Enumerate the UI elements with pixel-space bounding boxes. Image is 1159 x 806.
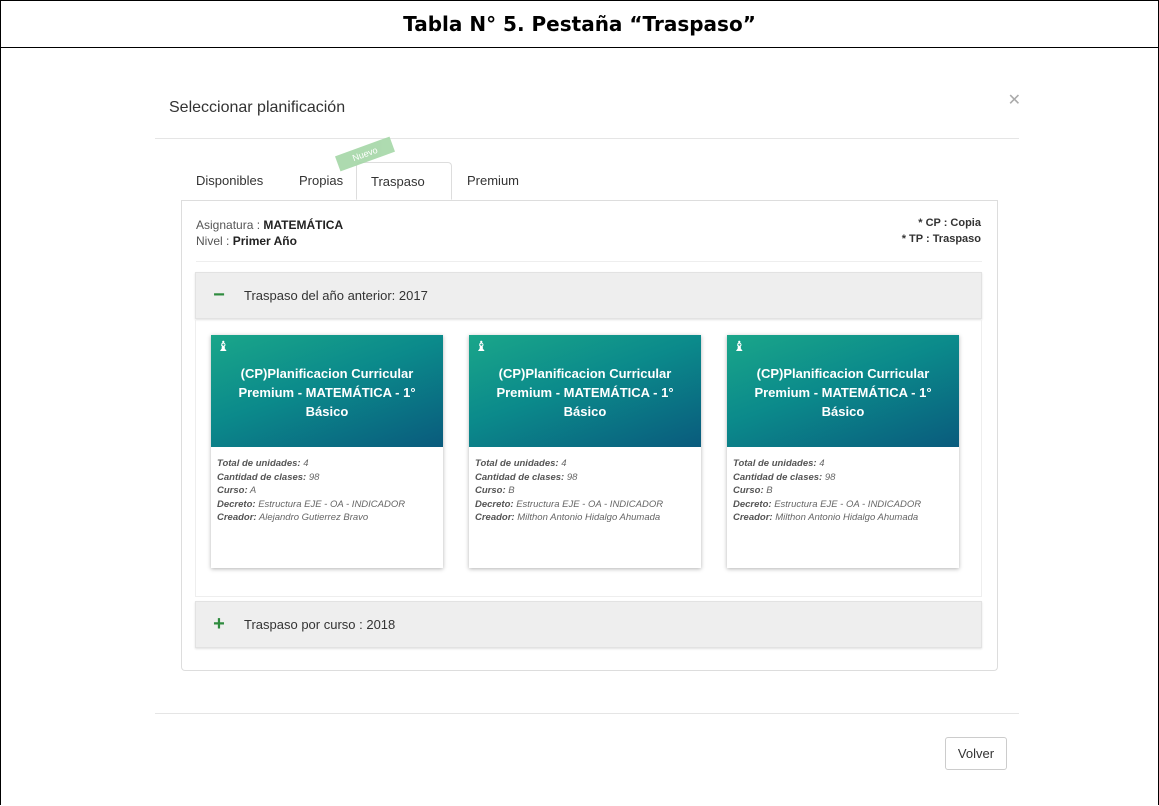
accordion-header-2017[interactable]: − Traspaso del año anterior: 2017 — [195, 272, 982, 319]
unidades-value: 4 — [303, 458, 309, 469]
stamp-icon: ♝ — [475, 338, 488, 354]
tab-premium[interactable]: Premium — [453, 162, 533, 200]
curso-value: B — [508, 485, 515, 496]
stamp-icon: ♝ — [733, 338, 746, 354]
curso-label: Curso: — [733, 485, 764, 496]
back-button[interactable]: Volver — [945, 737, 1007, 770]
close-icon[interactable]: ✕ — [1008, 90, 1021, 110]
creador-value: Milthon Antonio Hidalgo Ahumada — [775, 512, 919, 523]
decreto-label: Decreto: — [733, 498, 772, 510]
modal-header: Seleccionar planificación ✕ — [155, 88, 1021, 139]
unidades-label: Total de unidades: — [217, 458, 301, 469]
document-title-row: Tabla N° 5. Pestaña “Traspaso” — [1, 1, 1158, 48]
curso-label: Curso: — [217, 485, 248, 496]
card-header: ♝ (CP)Planificacion Curricular Premium -… — [469, 335, 701, 447]
nivel-value: Primer Año — [232, 234, 297, 248]
creador-label: Creador: — [733, 512, 773, 523]
document-title: Tabla N° 5. Pestaña “Traspaso” — [403, 12, 756, 36]
modal-title: Seleccionar planificación — [169, 99, 346, 116]
accordion-header-2018[interactable]: + Traspaso por curso : 2018 — [195, 601, 982, 648]
tab-traspaso[interactable]: Traspaso — [356, 162, 452, 200]
accordion-label-2017: Traspaso del año anterior: 2017 — [244, 288, 428, 303]
creador-value: Alejandro Gutierrez Bravo — [258, 512, 369, 523]
card-header: ♝ (CP)Planificacion Curricular Premium -… — [727, 335, 959, 447]
clases-value: 98 — [566, 471, 578, 483]
creador-label: Creador: — [217, 512, 257, 523]
tab-bar: Disponibles Propias Traspaso Premium — [182, 162, 997, 201]
asignatura-label: Asignatura : — [196, 218, 264, 232]
planning-card[interactable]: ♝ (CP)Planificacion Curricular Premium -… — [727, 335, 959, 568]
card-title: (CP)Planificacion Curricular Premium - M… — [238, 366, 416, 419]
unidades-label: Total de unidades: — [475, 458, 559, 469]
decreto-value: Estructura EJE - OA - INDICADOR — [258, 498, 406, 510]
clases-value: 98 — [824, 471, 836, 483]
card-header: ♝ (CP)Planificacion Curricular Premium -… — [211, 335, 443, 447]
modal-footer-divider — [155, 713, 1019, 714]
tab-disponibles[interactable]: Disponibles — [182, 162, 277, 200]
subject-info: Asignatura : MATEMÁTICA Nivel : Primer A… — [196, 217, 343, 249]
clases-label: Cantidad de clases: — [475, 471, 565, 483]
creador-value: Milthon Antonio Hidalgo Ahumada — [517, 512, 661, 523]
legend: * CP : Copia * TP : Traspaso — [902, 215, 981, 247]
decreto-label: Decreto: — [475, 498, 514, 510]
curso-value: B — [766, 485, 773, 496]
card-details: Total de unidades: 4 Cantidad de clases:… — [469, 447, 701, 535]
accordion-label-2018: Traspaso por curso : 2018 — [244, 617, 396, 632]
planning-card[interactable]: ♝ (CP)Planificacion Curricular Premium -… — [469, 335, 701, 568]
clases-value: 98 — [308, 471, 320, 483]
legend-tp: * TP : Traspaso — [901, 233, 981, 245]
divider — [196, 261, 982, 262]
curso-label: Curso: — [475, 485, 506, 496]
unidades-label: Total de unidades: — [733, 458, 817, 469]
asignatura-value: MATEMÁTICA — [263, 218, 344, 232]
card-title: (CP)Planificacion Curricular Premium - M… — [496, 366, 674, 419]
decreto-value: Estructura EJE - OA - INDICADOR — [516, 498, 664, 510]
unidades-value: 4 — [561, 458, 567, 469]
decreto-label: Decreto: — [217, 498, 256, 510]
curso-value: A — [249, 485, 257, 496]
card-title: (CP)Planificacion Curricular Premium - M… — [754, 366, 932, 419]
unidades-value: 4 — [819, 458, 825, 469]
card-details: Total de unidades: 4 Cantidad de clases:… — [211, 447, 443, 535]
clases-label: Cantidad de clases: — [217, 471, 307, 483]
expand-icon: + — [213, 613, 225, 635]
collapse-icon: − — [213, 284, 225, 306]
card-details: Total de unidades: 4 Cantidad de clases:… — [727, 447, 959, 535]
legend-cp: * CP : Copia — [918, 217, 981, 229]
creador-label: Creador: — [475, 512, 515, 523]
planning-card[interactable]: ♝ (CP)Planificacion Curricular Premium -… — [211, 335, 443, 568]
decreto-value: Estructura EJE - OA - INDICADOR — [774, 498, 922, 510]
nivel-label: Nivel : — [196, 234, 233, 248]
stamp-icon: ♝ — [217, 338, 230, 354]
tab-panel-traspaso: Asignatura : MATEMÁTICA Nivel : Primer A… — [181, 200, 998, 671]
clases-label: Cantidad de clases: — [733, 471, 823, 483]
